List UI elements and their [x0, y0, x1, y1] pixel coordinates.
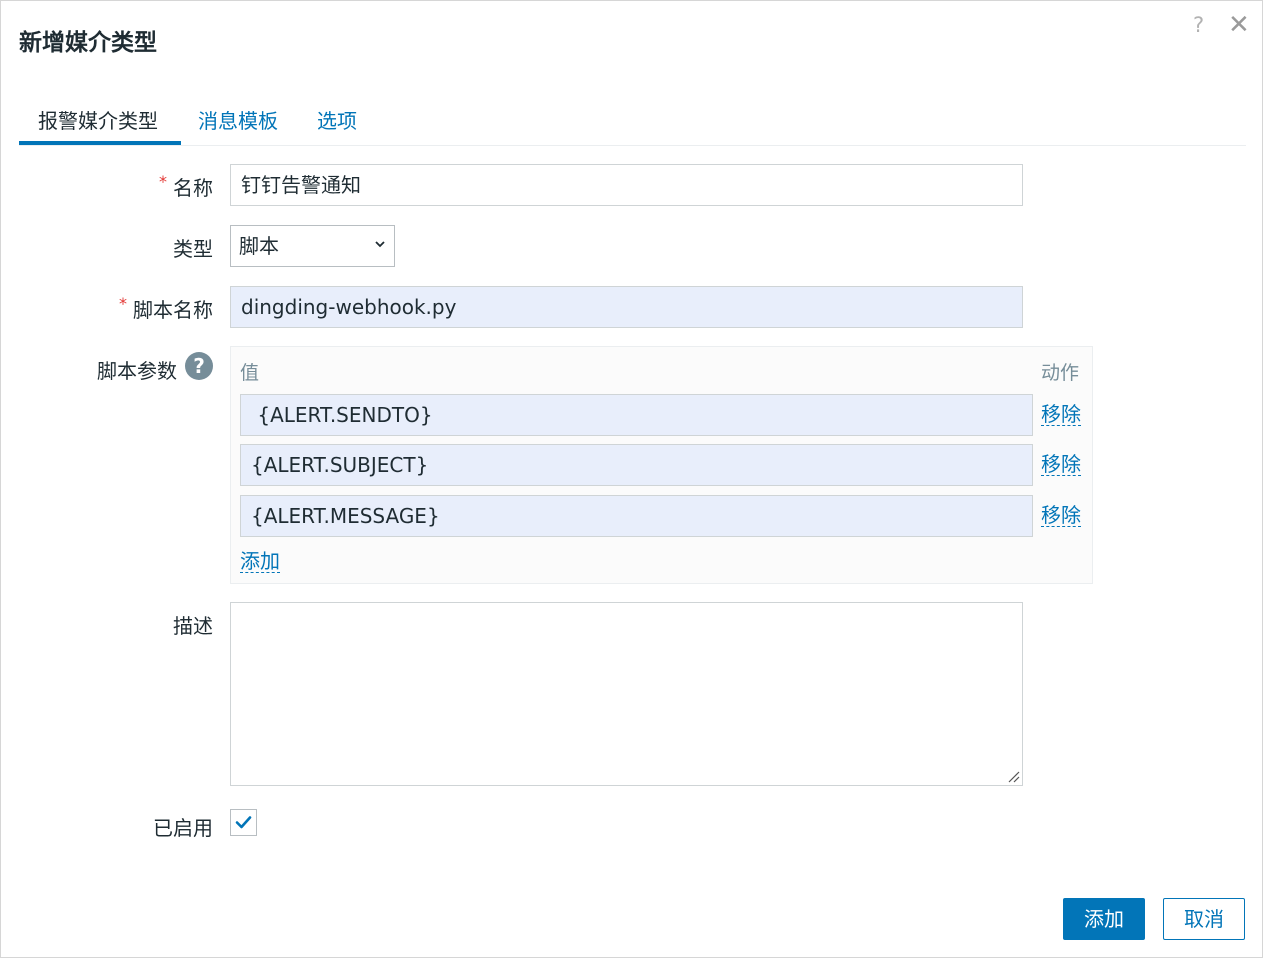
type-select-value: 脚本 — [239, 234, 279, 258]
resize-grip-icon[interactable] — [1006, 769, 1020, 783]
active-tab-indicator — [19, 141, 181, 145]
param-input-sendto[interactable]: {ALERT.SENDTO} — [240, 394, 1033, 436]
dialog-title: 新增媒介类型 — [19, 30, 157, 56]
remove-link[interactable]: 移除 — [1041, 403, 1081, 426]
cancel-button[interactable]: 取消 — [1163, 898, 1245, 940]
column-header-value: 值 — [240, 362, 260, 384]
chevron-down-icon — [375, 241, 385, 248]
enabled-checkbox[interactable] — [230, 809, 257, 836]
script-params-table: 值 动作 {ALERT.SENDTO} 移除 {ALERT.SUBJECT} 移… — [230, 346, 1093, 584]
required-mark: * — [119, 294, 127, 313]
param-input-subject[interactable]: {ALERT.SUBJECT} — [240, 444, 1033, 486]
media-type-dialog: 新增媒介类型 ? ✕ 报警媒介类型 消息模板 选项 * 名称 钉钉告警通知 类型 … — [0, 0, 1263, 958]
script-name-input[interactable]: dingding-webhook.py — [230, 286, 1023, 328]
question-icon[interactable]: ? — [185, 352, 213, 380]
tab-media-type[interactable]: 报警媒介类型 — [38, 105, 158, 145]
param-input-message[interactable]: {ALERT.MESSAGE} — [240, 495, 1033, 537]
description-textarea[interactable] — [230, 602, 1023, 786]
checkmark-icon — [235, 816, 252, 829]
name-input[interactable]: 钉钉告警通知 — [230, 164, 1023, 206]
tab-bar: 报警媒介类型 消息模板 选项 — [19, 101, 1246, 146]
add-button[interactable]: 添加 — [1063, 898, 1145, 940]
required-mark: * — [159, 172, 167, 191]
script-params-label: 脚本参数 — [97, 359, 177, 383]
add-param-link[interactable]: 添加 — [240, 550, 280, 573]
type-select[interactable]: 脚本 — [230, 225, 395, 267]
name-label: * 名称 — [159, 172, 213, 200]
type-label: 类型 — [173, 237, 213, 261]
description-label: 描述 — [173, 614, 213, 638]
help-icon[interactable]: ? — [1193, 13, 1204, 37]
column-header-action: 动作 — [1041, 362, 1080, 384]
remove-link[interactable]: 移除 — [1041, 453, 1081, 476]
enabled-label: 已启用 — [153, 816, 213, 840]
tab-message-templates[interactable]: 消息模板 — [198, 105, 278, 145]
close-icon[interactable]: ✕ — [1228, 11, 1250, 39]
script-name-label: * 脚本名称 — [119, 294, 213, 322]
remove-link[interactable]: 移除 — [1041, 504, 1081, 527]
tab-options[interactable]: 选项 — [317, 105, 357, 145]
